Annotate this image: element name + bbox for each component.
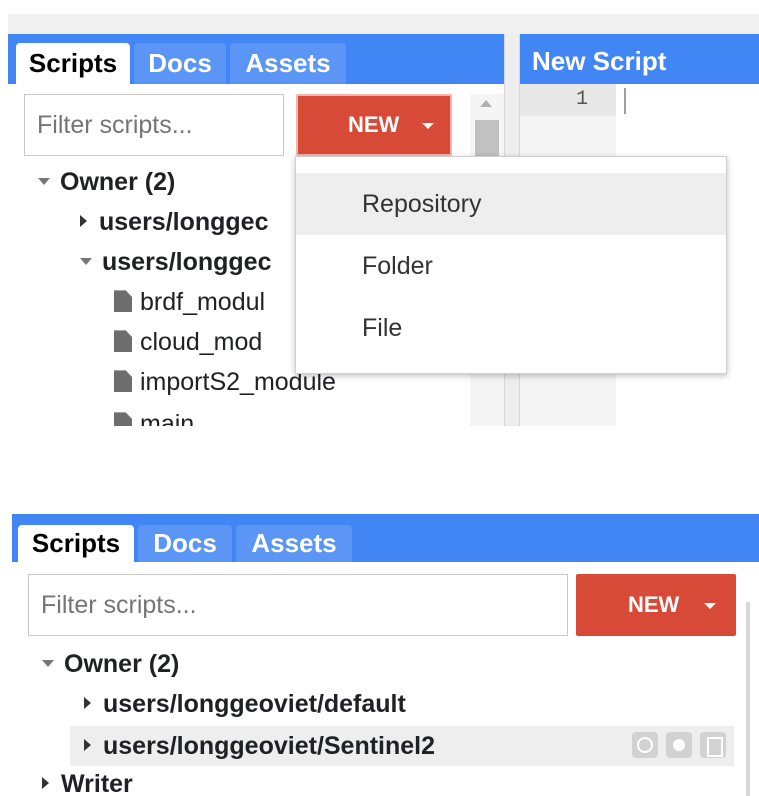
line-number: 1 bbox=[575, 88, 588, 111]
tab-scripts[interactable]: Scripts bbox=[18, 525, 134, 562]
new-button[interactable]: NEW bbox=[576, 574, 736, 636]
filter-scripts-input[interactable]: Filter scripts... bbox=[28, 574, 568, 636]
expand-right-icon bbox=[84, 697, 91, 710]
line-number-row: 1 bbox=[520, 84, 616, 116]
tree-repo-expanded[interactable]: users/longgec bbox=[80, 244, 272, 280]
menu-item-file[interactable]: File bbox=[296, 297, 726, 359]
editor-tabbar: New Script bbox=[520, 34, 759, 84]
scroll-up-arrow-icon[interactable] bbox=[480, 100, 492, 107]
caret-down-icon bbox=[704, 603, 716, 609]
file-icon bbox=[114, 370, 132, 393]
tree-file[interactable]: cloud_mod bbox=[114, 324, 262, 360]
new-button[interactable]: NEW bbox=[296, 94, 452, 156]
filter-scripts-input[interactable]: Filter scripts... bbox=[24, 94, 284, 156]
tab-docs[interactable]: Docs bbox=[134, 43, 226, 84]
tree-writer[interactable]: Writer bbox=[42, 766, 133, 796]
expand-down-icon bbox=[42, 659, 54, 667]
tree-repo[interactable]: users/longgeoviet/default bbox=[84, 686, 406, 722]
file-icon bbox=[114, 330, 132, 353]
tree-owner[interactable]: Owner (2) bbox=[38, 164, 175, 200]
repo-actions bbox=[624, 732, 726, 763]
file-icon bbox=[114, 290, 132, 313]
tree-owner[interactable]: Owner (2) bbox=[42, 646, 179, 682]
expand-down-icon bbox=[80, 257, 92, 265]
tab-assets[interactable]: Assets bbox=[236, 525, 352, 562]
expand-right-icon bbox=[80, 215, 87, 228]
file-icon bbox=[114, 412, 132, 426]
text-cursor bbox=[624, 88, 626, 114]
scrollbar[interactable] bbox=[746, 602, 750, 796]
tab-assets[interactable]: Assets bbox=[230, 43, 346, 84]
menu-item-repository[interactable]: Repository bbox=[296, 173, 726, 235]
new-button-label: NEW bbox=[628, 592, 680, 617]
trash-icon[interactable] bbox=[700, 732, 726, 758]
editor-title[interactable]: New Script bbox=[532, 34, 666, 84]
new-button-label: NEW bbox=[348, 112, 400, 137]
gear-icon[interactable] bbox=[666, 732, 692, 758]
expand-down-icon bbox=[38, 177, 50, 185]
tree-file[interactable]: brdf_modul bbox=[114, 284, 265, 320]
tree-repo[interactable]: users/longgeoviet/Sentinel2 bbox=[84, 728, 435, 764]
expand-right-icon bbox=[42, 777, 49, 790]
expand-right-icon bbox=[84, 739, 91, 752]
tree-repo-collapsed[interactable]: users/longgec bbox=[80, 204, 269, 240]
tab-scripts[interactable]: Scripts bbox=[16, 43, 130, 84]
scripts-panel-tabbar: Scripts Docs Assets bbox=[8, 34, 504, 84]
caret-down-icon bbox=[422, 123, 434, 129]
tab-docs[interactable]: Docs bbox=[138, 525, 232, 562]
new-dropdown-menu: Repository Folder File bbox=[295, 156, 727, 374]
history-icon[interactable] bbox=[632, 732, 658, 758]
bottom-screenshot: Scripts Docs Assets Filter scripts... NE… bbox=[12, 514, 759, 796]
scripts-panel-tabbar: Scripts Docs Assets bbox=[12, 514, 759, 562]
menu-item-folder[interactable]: Folder bbox=[296, 235, 726, 297]
tree-file[interactable]: main bbox=[114, 406, 194, 426]
